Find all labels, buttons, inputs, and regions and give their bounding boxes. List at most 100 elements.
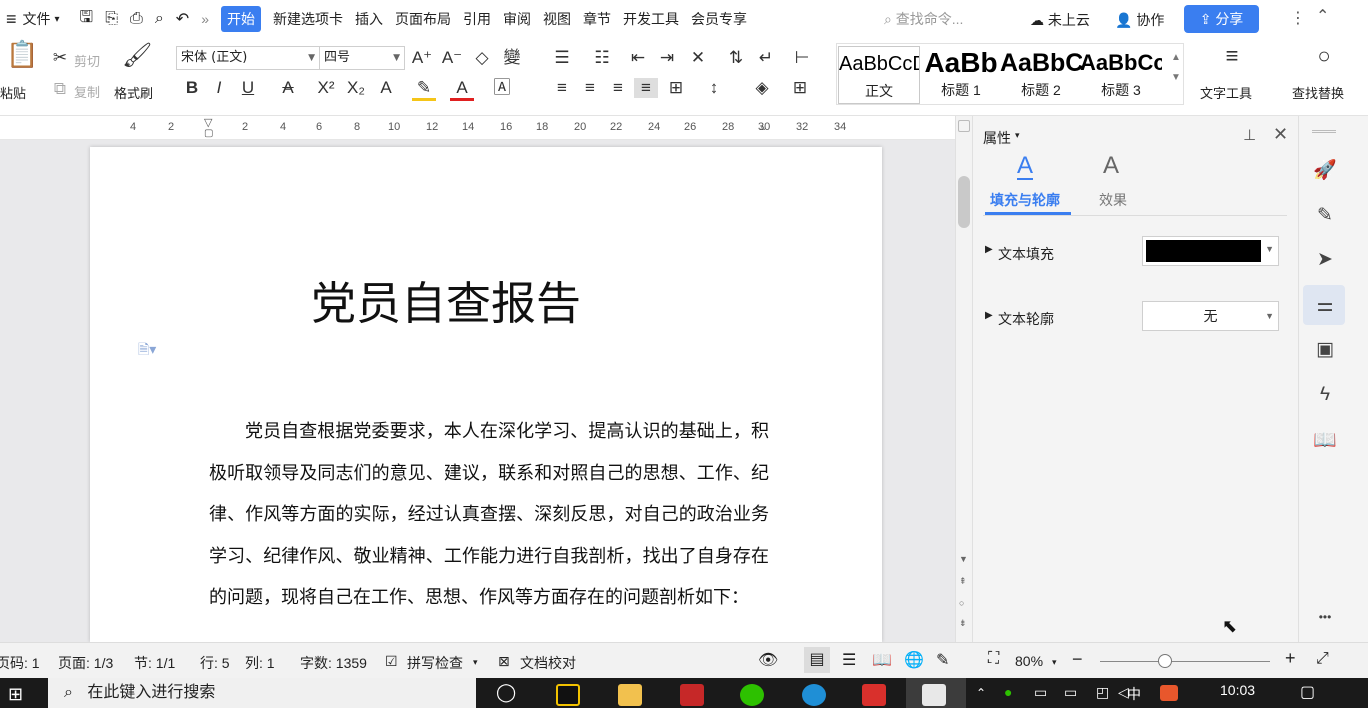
rocket-icon[interactable]: 🚀 [1312, 158, 1338, 182]
scroll-down-icon[interactable]: ▼ [959, 554, 968, 564]
page-view-icon[interactable]: ▤ [804, 647, 830, 673]
horizontal-ruler[interactable]: 4 2 2 4 6 8 10 12 14 16 18 20 22 24 26 2… [100, 116, 958, 140]
export-pdf-icon[interactable]: ⎘ [105, 10, 118, 28]
style-heading-2[interactable]: AaBbC 标题 2 [1000, 46, 1082, 104]
text-fill-select[interactable]: ▼ [1142, 236, 1279, 266]
tray-wechat-icon[interactable]: ● [1004, 684, 1012, 700]
web-view-icon[interactable]: 🌐 [904, 650, 924, 670]
print-icon[interactable]: ⎙ [130, 10, 143, 28]
grow-font-icon[interactable]: A⁺ [410, 48, 434, 68]
style-scroll-icon[interactable]: ▲ ▼ [1164, 48, 1188, 88]
numbered-list-icon[interactable]: ☷ [590, 48, 614, 68]
tray-expand-icon[interactable]: ⌃ [976, 686, 986, 700]
phonetic-icon[interactable]: 變 [500, 48, 524, 68]
wps-icon[interactable] [862, 684, 886, 706]
italic-icon[interactable]: I [207, 78, 231, 98]
share-button[interactable]: ⇪ 分享 [1184, 5, 1259, 33]
chevron-down-icon[interactable]: ▾ [473, 657, 478, 668]
char-border-icon[interactable]: 🄰 [490, 78, 514, 98]
cloud-status[interactable]: ☁ 未上云 [1030, 10, 1090, 30]
tab-review[interactable]: 审阅 [503, 9, 531, 29]
increase-indent-icon[interactable]: ⇥ [655, 48, 679, 68]
taskbar-time[interactable]: 10:03 [1220, 682, 1255, 698]
status-word-count[interactable]: 字数: 1359 [300, 653, 367, 673]
panel-title[interactable]: 属性 [983, 128, 1011, 148]
zoom-level[interactable]: 80% [1015, 653, 1043, 669]
zoom-slider-track[interactable] [1100, 661, 1270, 662]
tab-home[interactable]: 开始 [220, 6, 261, 32]
copy-button[interactable]: 复制 [74, 82, 100, 101]
browse-object-icon[interactable]: ○ [959, 598, 964, 608]
copy-icon[interactable]: ⧉ [48, 79, 72, 99]
image-tool-icon[interactable]: ▣ [1312, 338, 1338, 361]
tab-insert[interactable]: 插入 [355, 9, 383, 29]
edge-browser-icon[interactable] [802, 684, 826, 706]
tray-network-icon[interactable]: ◰ [1096, 684, 1109, 701]
more-options-icon[interactable]: ⋮ [1290, 8, 1306, 28]
collapse-ribbon-icon[interactable]: ⌃ [1316, 6, 1329, 26]
status-page-code[interactable]: 页码: 1 [0, 653, 40, 673]
line-spacing-icon[interactable]: ↕ [702, 78, 726, 98]
checkbox-icon[interactable]: ☑ [385, 653, 398, 670]
font-name-select[interactable]: 宋体 (正文) ▼ [176, 46, 320, 70]
status-row[interactable]: 行: 5 [200, 653, 230, 673]
more-dots-icon[interactable]: ••• [1312, 610, 1338, 624]
menu-file[interactable]: 文件 [23, 9, 51, 29]
sogou-ime-icon[interactable] [1160, 685, 1178, 701]
tab-view[interactable]: 视图 [543, 9, 571, 29]
format-painter-button[interactable]: 格式刷 [114, 83, 153, 102]
book-icon[interactable]: 📖 [1312, 428, 1338, 452]
wechat-icon[interactable] [740, 684, 764, 706]
pen-icon[interactable]: ✎ [1312, 204, 1338, 227]
font-color-icon[interactable]: A [450, 78, 474, 101]
save-icon[interactable]: 🖫 [80, 6, 94, 33]
undo-icon[interactable]: ↶ [176, 9, 189, 29]
more-icon[interactable]: » [201, 11, 209, 27]
taskbar-search-box[interactable]: ⌕ 在此键入进行搜索 [48, 678, 476, 708]
qq-icon[interactable] [556, 684, 580, 706]
paragraph-options-icon[interactable]: 🗎▾ [138, 339, 156, 363]
print-preview-icon[interactable]: ⌕ [155, 10, 164, 28]
cursor-icon[interactable]: ➤ [1312, 248, 1338, 271]
fit-page-icon[interactable]: ⛶ [988, 650, 999, 668]
expand-triangle-icon[interactable]: ▶ [985, 310, 993, 321]
justify-icon[interactable]: ≡ [634, 78, 658, 98]
style-normal[interactable]: AaBbCcDd 正文 [838, 46, 920, 104]
chevron-down-icon[interactable]: ▾ [1015, 130, 1020, 141]
tab-chapter[interactable]: 章节 [583, 9, 611, 29]
command-search[interactable]: ⌕ 查找命令... [884, 9, 994, 29]
tab-references[interactable]: 引用 [463, 9, 491, 29]
pin-icon[interactable]: ⊥ [1243, 126, 1256, 144]
format-painter-icon[interactable]: 🖌 [122, 44, 152, 68]
font-size-select[interactable]: 四号 ▼ [319, 46, 405, 70]
paste-icon[interactable]: 📋 [6, 41, 38, 67]
clear-format-icon[interactable]: ◇ [470, 48, 494, 68]
status-col[interactable]: 列: 1 [245, 653, 275, 673]
borders-icon[interactable]: ⊞ [788, 78, 812, 98]
zoom-in-icon[interactable]: + [1285, 648, 1296, 669]
superscript-icon[interactable]: X² [314, 78, 338, 98]
hamburger-icon[interactable]: ≡ [6, 9, 17, 30]
tab-page-layout[interactable]: 页面布局 [395, 9, 451, 29]
lightning-icon[interactable]: ϟ [1312, 384, 1338, 406]
wps-document-icon[interactable] [922, 684, 946, 706]
task-view-icon[interactable]: ◯ [496, 682, 516, 703]
shading-icon[interactable]: ◈ [750, 78, 774, 98]
write-view-icon[interactable]: ✎ [936, 650, 949, 670]
left-indent-marker-icon[interactable]: ▢ [204, 128, 213, 139]
ime-indicator[interactable]: 中 [1127, 684, 1141, 704]
doc-proof-button[interactable]: 文档校对 [520, 653, 576, 673]
underline-icon[interactable]: U [236, 78, 260, 98]
proofread-icon[interactable]: ⊠ [498, 653, 510, 670]
chevron-down-icon[interactable]: ▾ [55, 14, 60, 25]
style-heading-1[interactable]: AaBb 标题 1 [920, 46, 1002, 104]
tab-new[interactable]: 新建选项卡 [273, 9, 343, 29]
subscript-icon[interactable]: X₂ [344, 78, 368, 98]
style-heading-3[interactable]: AaBbCc 标题 3 [1080, 46, 1162, 104]
eye-protection-icon[interactable]: 👁 [758, 650, 778, 670]
decrease-indent-icon[interactable]: ⇤ [626, 48, 650, 68]
tab-fill-outline[interactable]: 填充与轮廓 [990, 190, 1060, 210]
zoom-slider-thumb[interactable] [1158, 654, 1172, 668]
cut-button[interactable]: 剪切 [74, 51, 100, 70]
bold-icon[interactable]: B [180, 78, 204, 98]
